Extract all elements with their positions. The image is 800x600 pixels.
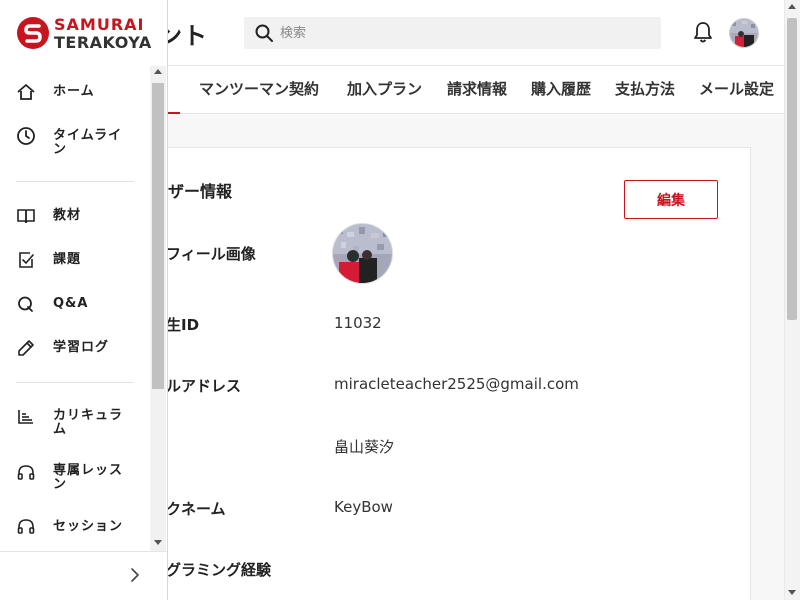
chevron-right-icon[interactable] [127,566,143,584]
email-value: miracleteacher2525@gmail.com [334,375,579,393]
sidebar-item-assignments[interactable]: 課題 [0,240,150,280]
sidebar-item-label: ホーム [53,84,95,99]
samurai-logo-mark [17,17,49,49]
home-icon [17,84,35,100]
search-input[interactable] [280,17,650,49]
sidebar-item-label: タイムライン [53,128,123,157]
page-scrollbar-thumb[interactable] [787,18,797,320]
page-scroll-up-arrow[interactable] [788,4,796,9]
user-avatar[interactable] [729,18,759,48]
sidebar-item-home[interactable]: ホーム [0,72,150,112]
sidebar-scroll-down-arrow[interactable] [154,540,162,545]
tab-plan[interactable]: 加入プラン [347,78,422,99]
tab-billing[interactable]: 請求情報 [447,78,507,99]
page-scroll-down-arrow[interactable] [788,590,796,595]
sidebar-item-label: 教材 [53,208,82,223]
sidebar-item-label: 学習ログ [53,340,110,355]
programming-experience-label: グラミング経験 [166,561,272,579]
sidebar-item-label: 専属レッスン [53,463,124,492]
qa-icon [18,296,33,312]
sidebar-scrollbar-thumb[interactable] [152,83,164,389]
sidebar-item-label: セッション [53,519,124,534]
tab-payment-method[interactable]: 支払方法 [615,78,675,99]
sidebar-item-private-lesson[interactable]: 専属レッスン [0,457,150,497]
sidebar-item-timeline[interactable]: タイムライン [0,122,150,162]
student-id-value: 11032 [334,314,382,332]
sidebar-item-materials[interactable]: 教材 [0,196,150,236]
sidebar-divider [16,382,134,383]
tab-mentoring-contract[interactable]: マンツーマン契約 [199,78,319,99]
sidebar-item-label: Q&A [53,296,89,311]
sidebar-item-qa[interactable]: Q&A [0,284,150,324]
search-box[interactable] [244,17,661,49]
sidebar-item-session[interactable]: セッション [0,507,150,547]
sidebar-edge [167,0,168,600]
card-title: ザー情報 [168,182,233,201]
nickname-label: クネーム [166,500,226,518]
edit-button[interactable]: 編集 [624,180,718,219]
headset-icon [17,519,35,534]
search-icon [255,24,273,42]
sidebar: SAMURAI TERAKOYA ホーム タイムライン 教材 課題 Q&A 学習… [0,0,167,600]
tab-purchase-history[interactable]: 購入履歴 [531,78,591,99]
sidebar-scroll-up-arrow[interactable] [154,69,162,74]
email-label: ルアドレス [166,377,242,395]
nickname-value: KeyBow [334,498,393,516]
sidebar-item-study-log[interactable]: 学習ログ [0,328,150,368]
sidebar-item-label: 課題 [53,252,82,267]
book-icon [17,209,35,224]
headset-icon [17,465,35,480]
clock-icon [17,127,35,145]
notification-bell-icon[interactable] [691,20,715,44]
logo[interactable]: SAMURAI TERAKOYA [16,14,156,54]
sidebar-divider [16,181,134,182]
student-id-label: 生ID [166,316,200,334]
curriculum-icon [18,410,33,424]
logo-text-terakoya: TERAKOYA [54,33,152,52]
sidebar-item-curriculum[interactable]: カリキュラム [0,402,150,442]
logo-text-samurai: SAMURAI [54,15,145,34]
profile-image-label: フィール画像 [166,245,256,263]
tab-mail-settings[interactable]: メール設定 [699,78,774,99]
profile-image [332,223,393,284]
sidebar-item-label: カリキュラム [53,408,124,437]
name-value: 畠山葵汐 [334,438,395,456]
pencil-icon [18,340,34,356]
assignment-icon [19,252,34,268]
